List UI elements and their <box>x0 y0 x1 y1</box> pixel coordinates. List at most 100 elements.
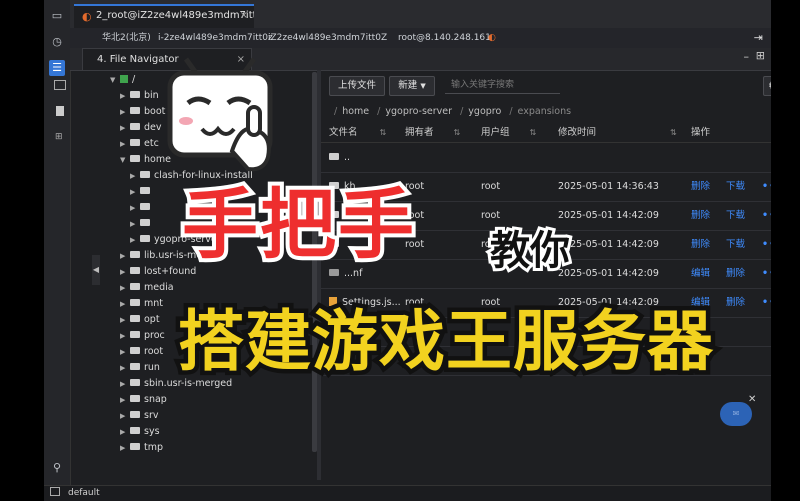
tree-item[interactable]: ▶ <box>130 200 154 216</box>
add-panel-icon[interactable]: ⊞ <box>756 49 765 62</box>
conn-hostname[interactable]: iZ2ze4wl489e3mdm7itt0Z <box>268 28 387 48</box>
row-action-secondary[interactable]: 删除 <box>726 289 745 317</box>
breadcrumb-item[interactable]: ygopro-server <box>385 106 452 117</box>
minimize-icon[interactable]: – <box>744 50 750 63</box>
export-icon[interactable]: ⇥ <box>754 28 763 48</box>
more-icon[interactable]: ••• <box>762 173 771 201</box>
col-header-actions: 操作 <box>691 127 711 138</box>
tree-item[interactable]: ▶ proc <box>120 328 165 344</box>
chevron-right-icon[interactable]: ▶ <box>120 424 130 440</box>
breadcrumb-item[interactable]: home <box>342 106 369 117</box>
tree-item[interactable]: ▶ bin <box>120 88 159 104</box>
chevron-right-icon[interactable]: ▶ <box>120 88 130 104</box>
chevron-right-icon[interactable]: ▶ <box>120 376 130 392</box>
chevron-right-icon[interactable]: ▶ <box>120 296 130 312</box>
chevron-right-icon[interactable]: ▶ <box>120 440 130 456</box>
tree-item[interactable]: ▶ <box>130 216 154 232</box>
tree-item-label: dev <box>144 122 162 133</box>
more-icon[interactable]: ••• <box>762 289 771 317</box>
file-mtime: 2025-05-01 14:42:09 <box>558 202 659 230</box>
more-icon[interactable]: ••• <box>762 260 771 288</box>
chevron-right-icon[interactable]: ▶ <box>120 248 130 264</box>
tree-item[interactable]: ▶ root <box>120 344 163 360</box>
chevron-right-icon[interactable]: ▶ <box>120 120 130 136</box>
chevron-right-icon[interactable]: ▶ <box>120 408 130 424</box>
chevron-right-icon[interactable]: ▶ <box>120 104 130 120</box>
tree-item[interactable]: ▶ sys <box>120 424 160 440</box>
chevron-right-icon[interactable]: ▶ <box>120 136 130 152</box>
breadcrumb-item[interactable]: ygopro <box>468 106 501 117</box>
row-action-primary[interactable]: 删除 <box>691 173 710 201</box>
floating-help-button[interactable]: ✉ <box>720 402 752 426</box>
tree-item[interactable]: ▶ run <box>120 360 160 376</box>
folder-icon <box>130 139 140 146</box>
more-icon[interactable]: ••• <box>762 231 771 259</box>
gear-icon[interactable]: ⚙ <box>763 76 771 96</box>
col-header-owner[interactable]: 拥有者 ⇅ <box>405 124 460 142</box>
row-action-primary-text: 删除 <box>691 210 711 221</box>
terminal-icon[interactable] <box>50 487 60 496</box>
chevron-right-icon[interactable]: ▶ <box>120 344 130 360</box>
table-row[interactable]: .. <box>321 144 771 173</box>
terminal-icon[interactable] <box>54 80 66 90</box>
tree-item[interactable]: ▶ mnt <box>120 296 163 312</box>
session-tab[interactable]: ◐ 2_root@iZ2ze4wl489e3mdm7itt0... × <box>74 4 254 28</box>
search-input[interactable]: 输入关键字搜索 <box>445 76 560 94</box>
tree-item[interactable]: ▶ etc <box>120 136 159 152</box>
grid-icon[interactable]: ⊞ <box>55 132 63 142</box>
chevron-right-icon[interactable]: ▶ <box>120 264 130 280</box>
chevron-down-icon[interactable]: ▼ <box>120 152 130 168</box>
chevron-right-icon[interactable]: ▶ <box>120 360 130 376</box>
tree-item[interactable]: ▶ tmp <box>120 440 163 456</box>
row-action-secondary[interactable]: 删除 <box>726 260 745 288</box>
col-header-name[interactable]: 文件名 ⇅ <box>329 124 386 142</box>
col-header-group[interactable]: 用户组 ⇅ <box>481 124 536 142</box>
tree-item[interactable]: ▶ snap <box>120 392 167 408</box>
row-action-secondary[interactable]: 下载 <box>726 173 745 201</box>
tree-item-label: mnt <box>144 298 163 309</box>
history-icon[interactable]: ◷ <box>49 34 65 50</box>
row-action-primary[interactable]: 编辑 <box>691 260 710 288</box>
chevron-down-icon[interactable]: ▼ <box>110 72 120 88</box>
close-icon[interactable]: ✕ <box>748 394 756 405</box>
tree-item[interactable]: ▶ <box>130 184 154 200</box>
tree-item[interactable]: ▼ home <box>120 152 171 168</box>
file-mtime-text: 2025-05-01 14:42:09 <box>558 268 659 279</box>
tree-item[interactable]: ▶ media <box>120 280 174 296</box>
chevron-right-icon[interactable]: ▶ <box>120 280 130 296</box>
file-list-icon[interactable]: ☰ <box>49 60 65 76</box>
pin-icon[interactable]: ⚲ <box>49 460 65 476</box>
chevron-right-icon[interactable]: ▶ <box>130 200 140 216</box>
folder-icon <box>130 251 140 258</box>
folder-icon <box>130 107 140 114</box>
tree-item[interactable]: ▶ dev <box>120 120 162 136</box>
chevron-right-icon[interactable]: ▶ <box>130 232 140 248</box>
chevron-right-icon[interactable]: ▶ <box>120 392 130 408</box>
collapse-handle[interactable]: ◀ <box>92 255 100 285</box>
chevron-right-icon[interactable]: ▶ <box>130 168 140 184</box>
col-header-mtime[interactable]: 修改时间 ⇅ <box>558 124 677 142</box>
session-name[interactable]: default <box>68 486 100 500</box>
close-icon[interactable]: × <box>240 6 248 26</box>
tree-item[interactable]: ▶ opt <box>120 312 160 328</box>
row-action-secondary[interactable]: 下载 <box>726 231 745 259</box>
tree-item[interactable]: ▼ / <box>110 72 135 88</box>
row-action-primary[interactable]: 删除 <box>691 231 710 259</box>
upload-button[interactable]: 上传文件 <box>329 76 385 96</box>
chevron-right-icon[interactable]: ▶ <box>130 216 140 232</box>
chevron-right-icon[interactable]: ▶ <box>130 184 140 200</box>
row-action-primary[interactable]: 删除 <box>691 202 710 230</box>
file-icon[interactable] <box>56 106 64 116</box>
chevron-right-icon[interactable]: ▶ <box>120 312 130 328</box>
more-icon[interactable]: ••• <box>762 202 771 230</box>
tree-item[interactable]: ▶ srv <box>120 408 158 424</box>
file-name[interactable]: .. <box>329 144 350 172</box>
conn-ip[interactable]: root@8.140.248.161 <box>398 28 491 48</box>
chevron-down-icon: ▼ <box>420 82 426 90</box>
new-button[interactable]: 新建 ▼ <box>389 76 435 96</box>
folder-icon[interactable]: ▭ <box>49 8 65 24</box>
chevron-right-icon[interactable]: ▶ <box>120 328 130 344</box>
row-action-secondary[interactable]: 下载 <box>726 202 745 230</box>
conn-instance[interactable]: i-2ze4wl489e3mdm7itt0z <box>158 28 273 48</box>
tree-item[interactable]: ▶ boot <box>120 104 165 120</box>
